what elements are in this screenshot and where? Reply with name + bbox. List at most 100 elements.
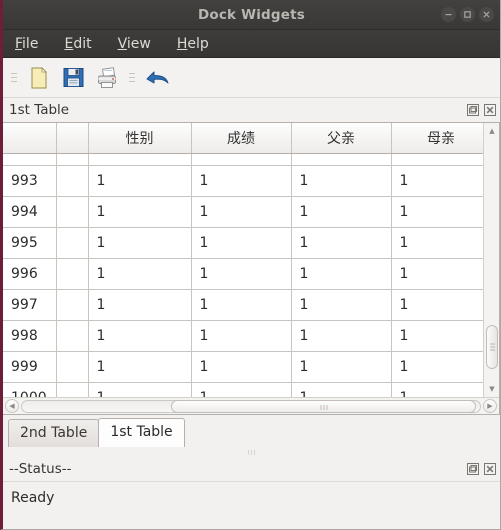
table-row[interactable]: 997 1 1 1 1 — [3, 289, 483, 321]
table-cell[interactable]: 1 — [291, 227, 392, 259]
table-dock-float-button[interactable] — [466, 104, 479, 117]
table-cell[interactable]: 1 — [88, 320, 192, 352]
table-cell[interactable]: 1 — [88, 165, 192, 197]
table-row-header[interactable]: 993 — [3, 165, 57, 197]
table-row-header[interactable]: 1000 — [3, 382, 57, 397]
table-cell[interactable]: 1 — [191, 153, 292, 166]
table-row[interactable]: 995 1 1 1 1 — [3, 227, 483, 259]
scroll-down-icon[interactable]: ▼ — [485, 382, 499, 396]
status-dock-float-button[interactable] — [466, 463, 479, 476]
table-cell[interactable]: 1 — [391, 351, 483, 383]
table-cell[interactable]: 1 — [291, 196, 392, 228]
menu-view[interactable]: View — [116, 34, 153, 54]
table-cell[interactable] — [56, 320, 89, 352]
table-cell[interactable]: 1 — [391, 196, 483, 228]
table-row[interactable]: 992 1 1 1 1 — [3, 153, 483, 166]
table-cell[interactable]: 1 — [88, 153, 192, 166]
table-row[interactable]: 10001111 — [3, 382, 483, 397]
table-cell[interactable]: 1 — [88, 258, 192, 290]
new-file-button[interactable] — [23, 62, 55, 94]
table-row-header[interactable]: 994 — [3, 196, 57, 228]
table-cell[interactable]: 1 — [191, 165, 292, 197]
dock-splitter[interactable] — [3, 447, 500, 457]
table-cell[interactable] — [56, 227, 89, 259]
table-col-header-1[interactable]: 性别 — [88, 123, 192, 154]
table-cell[interactable]: 1 — [191, 227, 292, 259]
menu-edit[interactable]: Edit — [62, 34, 93, 54]
table-cell[interactable]: 1 — [291, 382, 392, 397]
table-row-header[interactable]: 992 — [3, 153, 57, 166]
menu-help[interactable]: Help — [175, 34, 211, 54]
print-button[interactable] — [91, 62, 123, 94]
table-dock-close-button[interactable] — [483, 104, 496, 117]
table-row-header[interactable]: 998 — [3, 320, 57, 352]
table-row-header[interactable]: 999 — [3, 351, 57, 383]
scroll-left-icon[interactable]: ◀ — [5, 399, 19, 413]
table-cell[interactable]: 1 — [88, 382, 192, 397]
table-horizontal-scrollbar[interactable]: ◀ ▶ — [3, 397, 499, 414]
table-cell[interactable]: 1 — [291, 351, 392, 383]
table-cell[interactable]: 1 — [291, 289, 392, 321]
table-cell[interactable]: 1 — [391, 320, 483, 352]
table-cell[interactable]: 1 — [191, 382, 292, 397]
table-scroll-viewport[interactable]: 性别 成绩 父亲 母亲 993 1 1 1 1 994 1 1 1 1 995 … — [3, 123, 483, 397]
table-cell[interactable]: 1 — [191, 289, 292, 321]
table-cell[interactable]: 1 — [191, 351, 292, 383]
close-button[interactable] — [479, 7, 494, 22]
tab-1st-table[interactable]: 1st Table — [98, 418, 185, 447]
table-row-header[interactable]: 997 — [3, 289, 57, 321]
table-cell[interactable]: 1 — [291, 320, 392, 352]
table-cell[interactable]: 1 — [88, 196, 192, 228]
table-cell[interactable]: 1 — [88, 351, 192, 383]
table-corner-header[interactable] — [3, 123, 57, 154]
table-cell[interactable]: 1 — [88, 289, 192, 321]
tab-2nd-table[interactable]: 2nd Table — [8, 419, 100, 447]
table-cell[interactable] — [56, 351, 89, 383]
save-button[interactable] — [57, 62, 89, 94]
table-cell[interactable] — [56, 196, 89, 228]
table-cell[interactable]: 1 — [291, 153, 392, 166]
scroll-up-icon[interactable]: ▲ — [485, 124, 499, 138]
table-cell[interactable]: 1 — [191, 196, 292, 228]
table-row[interactable]: 999 1 1 1 1 — [3, 351, 483, 383]
table-cell[interactable]: 1 — [391, 153, 483, 166]
table-cell[interactable]: 1 — [191, 258, 292, 290]
table-col-header-2[interactable]: 成绩 — [191, 123, 292, 154]
table-cell[interactable]: 1 — [88, 227, 192, 259]
table-cell[interactable]: 1 — [291, 258, 392, 290]
table-row[interactable]: 998 1 1 1 1 — [3, 320, 483, 352]
vertical-scroll-thumb[interactable] — [486, 324, 498, 369]
toolbar-grip-1[interactable] — [10, 66, 18, 90]
table-row-header[interactable]: 996 — [3, 258, 57, 290]
table-cell[interactable]: 1 — [391, 382, 483, 397]
table-cell[interactable]: 1 — [191, 320, 292, 352]
menu-file[interactable]: File — [13, 34, 40, 54]
table-row-header[interactable]: 995 — [3, 227, 57, 259]
table-col-header-3[interactable]: 父亲 — [291, 123, 392, 154]
table-cell[interactable]: 1 — [391, 227, 483, 259]
table-cell[interactable] — [56, 165, 89, 197]
table-cell[interactable] — [56, 382, 89, 397]
table-cell[interactable]: 1 — [291, 165, 392, 197]
table-cell[interactable] — [56, 153, 89, 166]
new-file-icon — [31, 66, 47, 88]
minimize-button[interactable] — [441, 7, 456, 22]
table-row[interactable]: 996 1 1 1 1 — [3, 258, 483, 290]
table-col-header-0[interactable] — [56, 123, 89, 154]
table-cell[interactable] — [56, 258, 89, 290]
table-cell[interactable]: 1 — [391, 165, 483, 197]
toolbar-grip-2[interactable] — [128, 66, 136, 90]
float-icon — [466, 463, 479, 475]
status-dock-close-button[interactable] — [483, 463, 496, 476]
table-vertical-scrollbar[interactable]: ▲ ▼ — [483, 123, 499, 397]
scroll-right-icon[interactable]: ▶ — [483, 399, 497, 413]
table-cell[interactable]: 1 — [391, 258, 483, 290]
maximize-button[interactable] — [460, 7, 475, 22]
table-col-header-4[interactable]: 母亲 — [391, 123, 483, 154]
table-row[interactable]: 993 1 1 1 1 — [3, 165, 483, 197]
horizontal-scroll-thumb[interactable] — [171, 400, 476, 413]
table-cell[interactable] — [56, 289, 89, 321]
table-row[interactable]: 994 1 1 1 1 — [3, 196, 483, 228]
undo-button[interactable] — [141, 62, 173, 94]
table-cell[interactable]: 1 — [391, 289, 483, 321]
